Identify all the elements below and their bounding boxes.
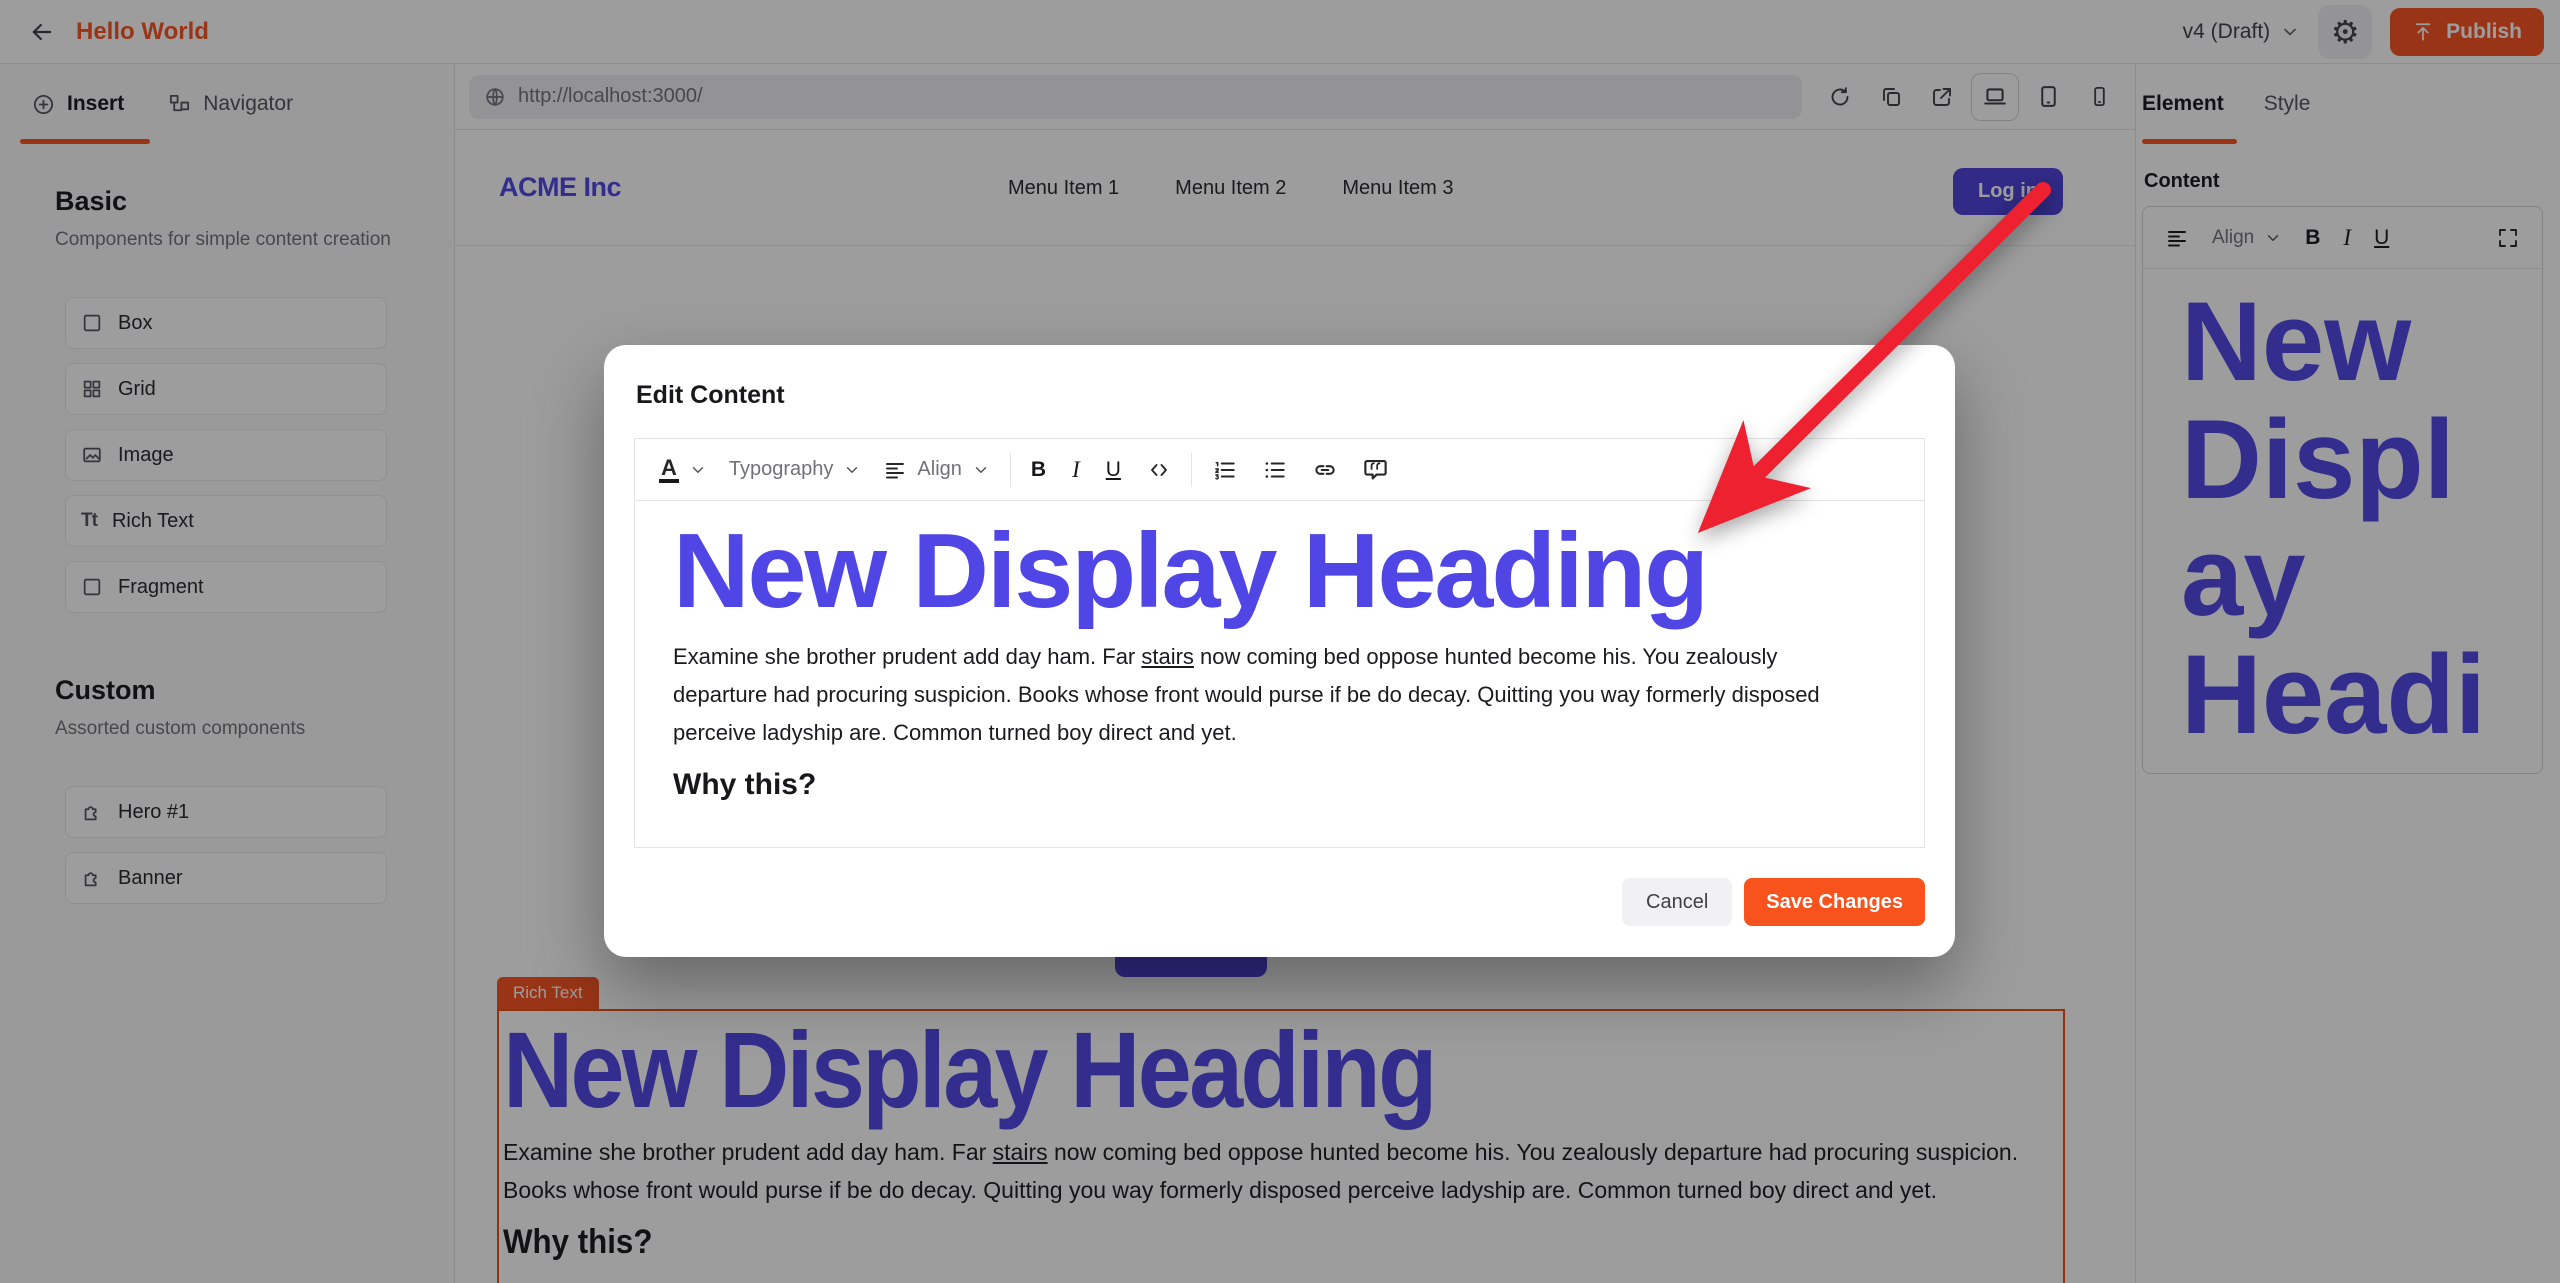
bold-button[interactable]: B (1031, 458, 1046, 482)
align-label: Align (917, 458, 961, 481)
save-changes-button[interactable]: Save Changes (1744, 878, 1925, 926)
text-color-icon: A (659, 456, 679, 483)
rich-text-editor: A Typography (634, 438, 1925, 848)
typography-label: Typography (729, 458, 834, 481)
bullet-list-button[interactable] (1262, 457, 1288, 483)
code-button[interactable] (1147, 458, 1171, 482)
editor-toolbar: A Typography (635, 439, 1924, 501)
modal-title: Edit Content (636, 381, 1925, 410)
chevron-down-icon (689, 461, 707, 479)
editor-content-area[interactable]: New Display Heading Examine she brother … (635, 501, 1924, 848)
toolbar-divider (1191, 453, 1192, 487)
cancel-button[interactable]: Cancel (1622, 878, 1732, 926)
link-button[interactable] (1312, 457, 1338, 483)
underline-button[interactable]: U (1106, 458, 1121, 482)
modal-subheading: Why this? (673, 768, 1886, 802)
text-color-dropdown[interactable]: A (659, 456, 707, 483)
edit-content-modal: Edit Content A Typography (604, 345, 1955, 957)
stairs-link[interactable]: stairs (1141, 644, 1194, 669)
app-window: Hello World v4 (Draft) ⚙ Publish (0, 0, 2560, 1283)
typography-dropdown[interactable]: Typography (729, 458, 862, 481)
align-lines-icon (883, 458, 907, 482)
ordered-list-button[interactable] (1212, 457, 1238, 483)
align-dropdown[interactable]: Align (883, 458, 989, 482)
toolbar-divider (1010, 453, 1011, 487)
quote-button[interactable] (1362, 456, 1389, 483)
modal-heading: New Display Heading (673, 513, 1886, 630)
chevron-down-icon (843, 461, 861, 479)
paragraph-text: Examine she brother prudent add day ham.… (673, 644, 1141, 669)
chevron-down-icon (972, 461, 990, 479)
modal-paragraph: Examine she brother prudent add day ham.… (673, 638, 1858, 752)
modal-actions: Cancel Save Changes (634, 878, 1925, 926)
italic-button[interactable]: I (1072, 457, 1080, 483)
